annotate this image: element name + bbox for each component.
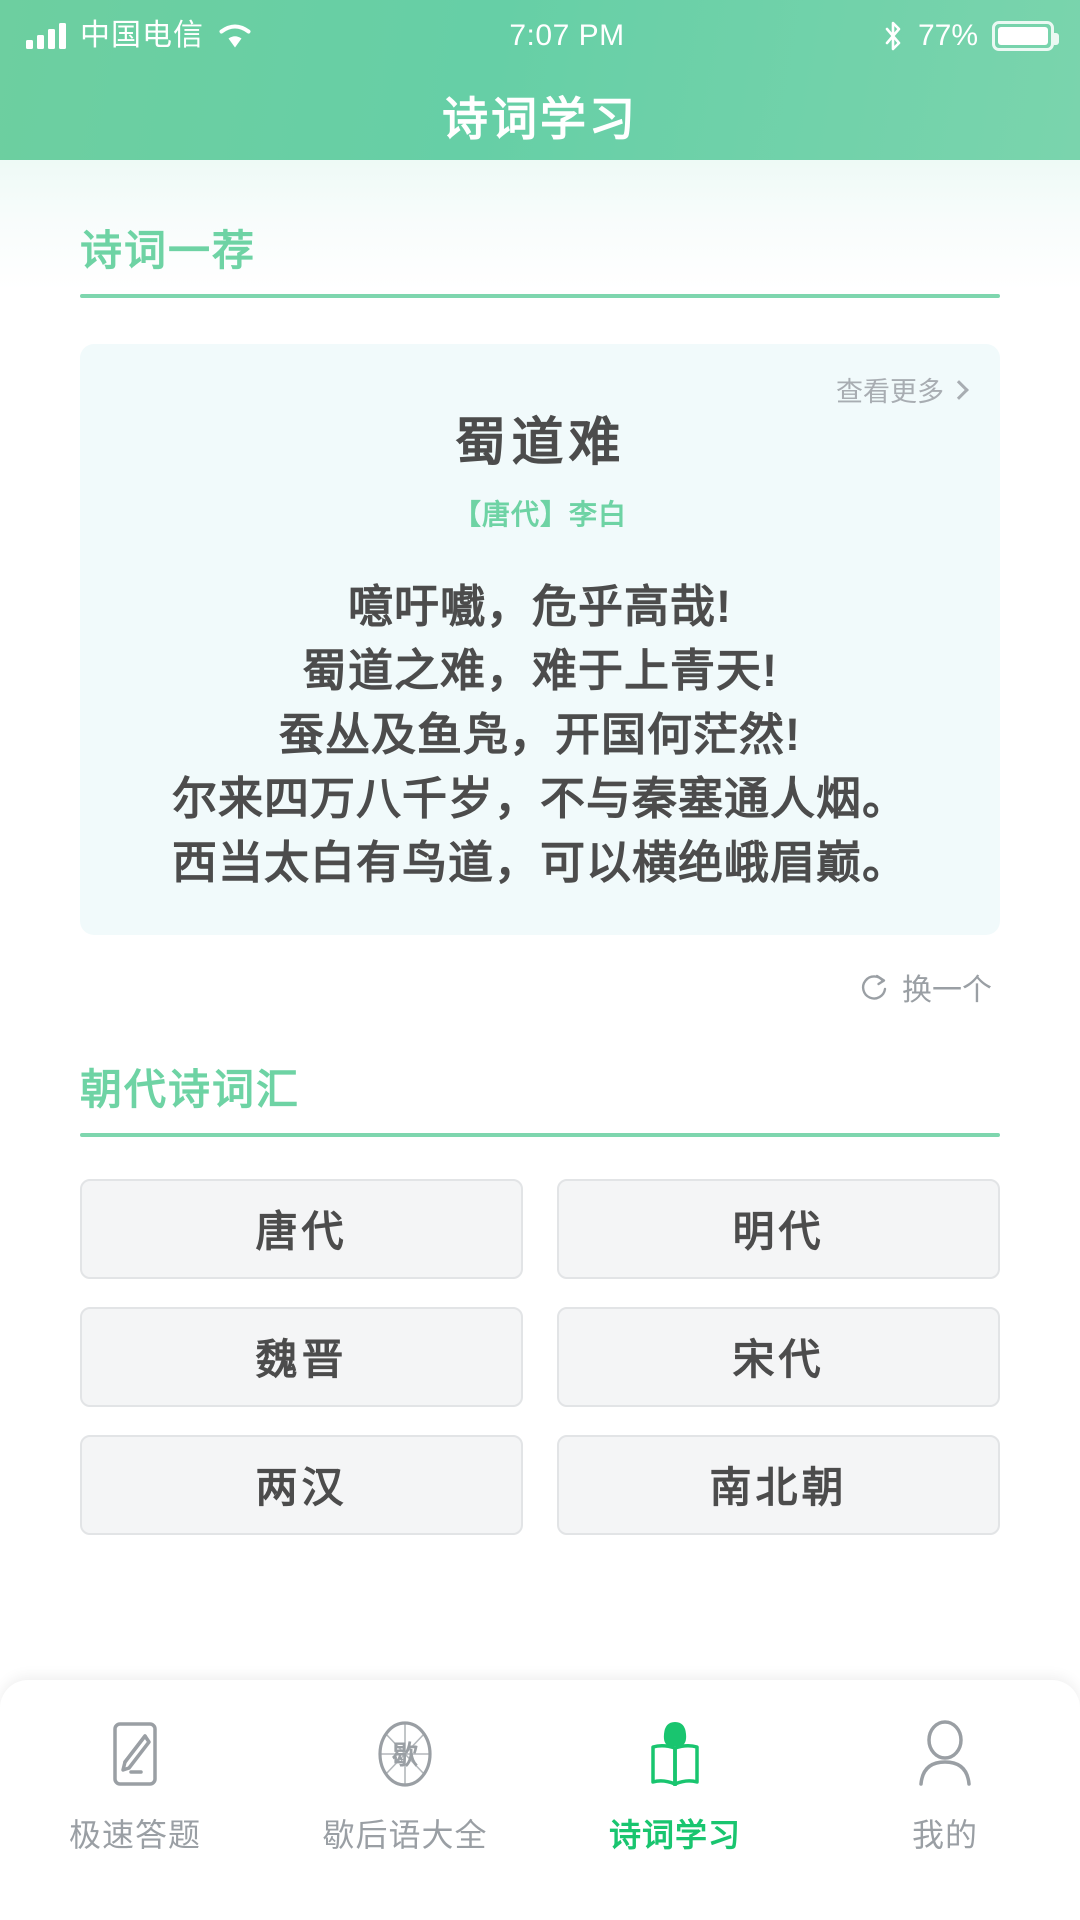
clock-label: 7:07 PM bbox=[509, 19, 625, 52]
view-more-label: 查看更多 bbox=[836, 377, 944, 408]
dynasty-section-header: 朝代诗词汇 bbox=[80, 1009, 1000, 1137]
bluetooth-icon bbox=[885, 21, 901, 51]
poem-line: 噫吁嚱，危乎高哉! bbox=[348, 581, 732, 633]
open-book-icon bbox=[651, 1722, 699, 1786]
bottom-tab-bar: 极速答题 歇 歇后语大全 诗词学习 我的 bbox=[0, 1680, 1080, 1920]
status-bar: 中国电信 7:07 PM 77% bbox=[0, 0, 1080, 72]
carrier-label: 中国电信 bbox=[80, 19, 204, 52]
status-bar-right: 77% bbox=[882, 19, 1059, 53]
person-icon bbox=[919, 1720, 971, 1786]
signal-bars-icon bbox=[26, 23, 66, 49]
dynasty-button[interactable]: 宋代 bbox=[557, 1306, 1000, 1407]
recommend-section-header: 诗词一荐 bbox=[80, 160, 1000, 299]
dynasty-grid: 唐代 明代 魏晋 宋代 两汉 南北朝 bbox=[80, 1178, 1000, 1535]
dynasty-button[interactable]: 两汉 bbox=[80, 1434, 523, 1535]
poem-line: 蚕丛及鱼凫，开国何茫然! bbox=[279, 708, 801, 760]
svg-text:歇: 歇 bbox=[392, 1740, 418, 1770]
status-bar-left: 中国电信 bbox=[26, 21, 252, 51]
tab-quiz[interactable]: 极速答题 bbox=[0, 1714, 270, 1856]
refresh-icon bbox=[861, 974, 887, 1000]
section-divider bbox=[80, 294, 1000, 299]
tab-label: 我的 bbox=[911, 1817, 978, 1853]
poem-card[interactable]: 查看更多 蜀道难 【唐代】李白 噫吁嚱，危乎高哉! 蜀道之难，难于上青天! 蚕丛… bbox=[80, 344, 1000, 935]
poem-author: 【唐代】李白 bbox=[452, 499, 627, 531]
tab-label: 歇后语大全 bbox=[322, 1817, 488, 1853]
tab-xiehouyu[interactable]: 歇 歇后语大全 bbox=[270, 1714, 540, 1856]
poem-body: 噫吁嚱，危乎高哉! 蜀道之难，难于上青天! 蚕丛及鱼凫，开国何茫然! 尔来四万八… bbox=[110, 575, 970, 894]
tab-mine[interactable]: 我的 bbox=[810, 1714, 1080, 1856]
wifi-icon bbox=[219, 24, 251, 48]
refresh-poem-button[interactable]: 换一个 bbox=[80, 965, 1000, 1009]
battery-icon bbox=[992, 21, 1059, 51]
poem-title: 蜀道难 bbox=[454, 414, 626, 473]
app-header: 中国电信 7:07 PM 77% 诗词学习 bbox=[0, 0, 1080, 160]
page-title: 诗词学习 bbox=[442, 93, 638, 145]
tab-label: 极速答题 bbox=[68, 1817, 201, 1853]
dynasty-button[interactable]: 魏晋 bbox=[80, 1306, 523, 1407]
dynasty-button[interactable]: 唐代 bbox=[80, 1178, 523, 1279]
poem-line: 西当太白有鸟道，可以横绝峨眉巅。 bbox=[171, 836, 908, 888]
refresh-label: 换一个 bbox=[902, 973, 992, 1007]
poem-line: 蜀道之难，难于上青天! bbox=[302, 645, 778, 697]
dynasty-button[interactable]: 明代 bbox=[557, 1178, 1000, 1279]
tab-poetry[interactable]: 诗词学习 bbox=[540, 1714, 810, 1856]
section-divider bbox=[80, 1132, 1000, 1137]
page-content: 诗词一荐 查看更多 蜀道难 【唐代】李白 噫吁嚱，危乎高哉! 蜀道之难，难于上青… bbox=[0, 160, 1080, 1680]
poem-line: 尔来四万八千岁，不与秦塞通人烟。 bbox=[171, 772, 908, 824]
status-bar-center: 7:07 PM bbox=[252, 19, 882, 53]
chevron-right-icon bbox=[949, 379, 969, 400]
recommend-section-title: 诗词一荐 bbox=[80, 227, 257, 274]
dynasty-section-title: 朝代诗词汇 bbox=[80, 1065, 301, 1113]
battery-percent-label: 77% bbox=[917, 19, 978, 52]
quiz-pencil-icon bbox=[113, 1722, 157, 1786]
view-more-button[interactable]: 查看更多 bbox=[836, 370, 969, 409]
tab-label: 诗词学习 bbox=[608, 1817, 741, 1853]
dynasty-button[interactable]: 南北朝 bbox=[557, 1434, 1000, 1535]
xiehouyu-emblem-icon: 歇 bbox=[378, 1721, 432, 1787]
